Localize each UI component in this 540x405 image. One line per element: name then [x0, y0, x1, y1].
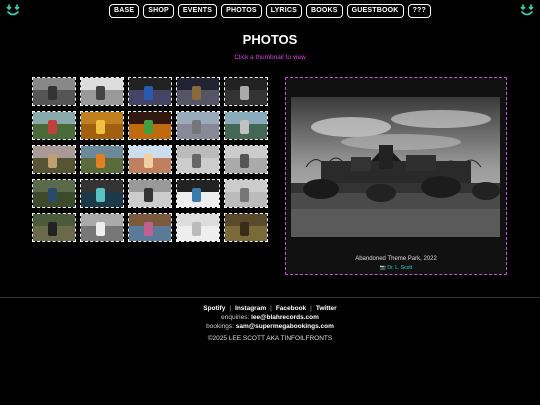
link-separator: | [270, 305, 272, 312]
enquiries-email-link[interactable]: lee@blahrecords.com [251, 314, 319, 321]
photo-thumbnail[interactable] [224, 111, 268, 140]
photo-thumbnail[interactable] [128, 179, 172, 208]
thumbnail-image [95, 188, 105, 202]
copyright: ©2025 LEE SCOTT AKA TINFOILFRONTS [207, 335, 333, 342]
thumbnail-image [191, 120, 201, 134]
enquiries-label: enquiries: [221, 314, 250, 321]
photo-thumbnail[interactable] [128, 145, 172, 174]
thumbnail-image [47, 222, 57, 236]
photo-credit: 📷 Dr. L. Scott [379, 265, 413, 271]
photo-thumbnail[interactable] [32, 77, 76, 106]
social-links: Spotify | Instagram | Facebook | Twitter [0, 304, 540, 313]
thumbnail-image [95, 222, 105, 236]
nav-events-button[interactable]: EVENTS [177, 4, 218, 18]
thumbnail-image [239, 86, 249, 100]
thumbnail-image [143, 222, 153, 236]
facebook-link[interactable]: Facebook [276, 305, 306, 312]
thumbnail-image [239, 120, 249, 134]
photo-caption: Abandoned Theme Park, 2022 [355, 256, 437, 262]
thumbnail-image [47, 120, 57, 134]
thumbnail-image [95, 86, 105, 100]
nav-books-button[interactable]: BOOKS [305, 4, 343, 18]
main-photo [291, 97, 500, 237]
photo-thumbnail[interactable] [32, 111, 76, 140]
bookings-email-link[interactable]: sam@supermegabookings.com [236, 323, 334, 330]
photo-thumbnail[interactable] [176, 111, 220, 140]
photo-thumbnail[interactable] [128, 111, 172, 140]
photo-thumbnail[interactable] [224, 145, 268, 174]
page-title: PHOTOS [242, 32, 298, 47]
photo-thumbnail[interactable] [32, 145, 76, 174]
thumbnail-image [239, 154, 249, 168]
photo-thumbnail[interactable] [80, 111, 124, 140]
footer: Spotify | Instagram | Facebook | Twitter enqui… [0, 304, 540, 343]
photo-thumbnail[interactable] [224, 179, 268, 208]
thumbnail-image [143, 120, 153, 134]
enquiries-line: enquiries: lee@blahrecords.com [0, 313, 540, 322]
nav-base-button[interactable]: BASE [108, 4, 140, 18]
thumbnail-grid [32, 77, 268, 242]
photo-thumbnail[interactable] [80, 213, 124, 242]
spotify-link[interactable]: Spotify [203, 305, 225, 312]
thumbnail-image [239, 222, 249, 236]
bookings-line: bookings: sam@supermegabookings.com [0, 322, 540, 331]
link-separator: | [229, 305, 232, 312]
main-nav: BASE SHOP EVENTS PHOTOS LYRICS BOOKS GUE… [0, 4, 540, 18]
photo-thumbnail[interactable] [80, 145, 124, 174]
link-separator: | [310, 305, 312, 312]
nav-lyrics-button[interactable]: LYRICS [265, 4, 302, 18]
photo-thumbnail[interactable] [224, 213, 268, 242]
photo-thumbnail[interactable] [176, 77, 220, 106]
nav-guestbook-button[interactable]: GUESTBOOK [346, 4, 404, 18]
nav-shop-button[interactable]: SHOP [143, 4, 174, 18]
photo-thumbnail[interactable] [128, 213, 172, 242]
thumbnail-image [47, 188, 57, 202]
thumbnail-image [47, 86, 57, 100]
thumbnail-image [143, 154, 153, 168]
thumbnail-image [239, 188, 249, 202]
twitter-link[interactable]: Twitter [316, 305, 337, 312]
bookings-label: bookings: [206, 323, 234, 330]
page-subtitle: Click a thumbnail to view [234, 54, 306, 61]
photo-thumbnail[interactable] [176, 145, 220, 174]
thumbnail-image [95, 154, 105, 168]
photo-viewer: Abandoned Theme Park, 2022 📷 Dr. L. Scot… [285, 77, 507, 275]
photo-thumbnail[interactable] [128, 77, 172, 106]
nav-mystery-button[interactable]: ??? [407, 4, 431, 18]
thumbnail-image [95, 120, 105, 134]
photo-thumbnail[interactable] [176, 213, 220, 242]
instagram-link[interactable]: Instagram [235, 305, 266, 312]
thumbnail-image [143, 188, 153, 202]
photo-thumbnail[interactable] [32, 179, 76, 208]
photo-thumbnail[interactable] [32, 213, 76, 242]
nav-photos-button[interactable]: PHOTOS [221, 4, 262, 18]
footer-divider [0, 297, 540, 298]
thumbnail-image [191, 86, 201, 100]
thumbnail-image [47, 154, 57, 168]
photo-thumbnail[interactable] [80, 77, 124, 106]
photo-thumbnail[interactable] [176, 179, 220, 208]
thumbnail-image [191, 222, 201, 236]
photo-thumbnail[interactable] [80, 179, 124, 208]
thumbnail-image [143, 86, 153, 100]
photo-thumbnail[interactable] [224, 77, 268, 106]
thumbnail-image [191, 154, 201, 168]
thumbnail-image [191, 188, 201, 202]
